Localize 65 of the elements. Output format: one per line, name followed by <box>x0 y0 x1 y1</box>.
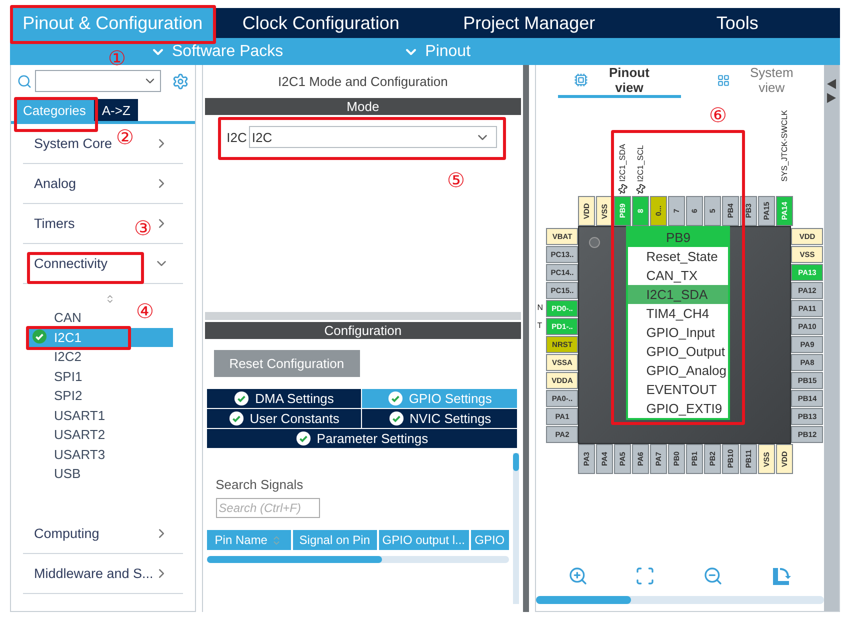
pin1-dot <box>589 237 600 248</box>
menu-title: PB9 <box>628 228 728 247</box>
scroll-arrow-icon[interactable] <box>105 294 115 304</box>
signal-label: N <box>537 303 544 312</box>
signal-label: I2C1_SCL <box>636 145 646 182</box>
annotation-number: ⑤ <box>447 170 465 190</box>
chip-icon <box>574 73 588 87</box>
category-row[interactable]: Computing <box>23 514 183 554</box>
category-label: System Core <box>34 136 112 151</box>
peripheral-item[interactable]: USB <box>27 464 173 484</box>
signal-label: SYS_JTCK-SWCLK <box>780 110 790 182</box>
annotation-number: ② <box>116 127 134 147</box>
settings-tab[interactable]: User Constants <box>206 409 362 429</box>
scrollbar[interactable] <box>206 556 510 563</box>
peripheral-item[interactable]: USART2 <box>27 425 173 444</box>
section-header: Configuration <box>204 322 522 339</box>
search-icon[interactable] <box>17 74 32 88</box>
panel-title: I2C1 Mode and Configuration <box>277 73 449 91</box>
category-row[interactable]: Connectivity <box>23 244 183 284</box>
search-combo[interactable] <box>35 70 161 92</box>
check-icon <box>388 411 404 426</box>
grid-icon <box>717 74 730 86</box>
category-label: Timers <box>34 216 75 231</box>
category-row[interactable]: Middleware and S... <box>23 554 183 594</box>
signal-label: I2C1_SDA <box>618 144 628 182</box>
check-icon <box>296 431 311 446</box>
rotate-page-icon[interactable] <box>770 565 792 587</box>
section-header: Mode <box>204 98 522 115</box>
search-label: Search Signals <box>216 477 304 492</box>
peripheral-item[interactable]: SPI1 <box>27 366 173 386</box>
signal-label: T <box>537 321 542 330</box>
peripheral-item[interactable]: USART3 <box>27 444 173 464</box>
category-label: Connectivity <box>34 256 108 271</box>
annotation-number: ③ <box>134 218 152 238</box>
category-tab[interactable]: A->Z <box>94 99 138 121</box>
check-icon <box>234 391 250 406</box>
mode-label: I2C <box>226 130 247 144</box>
peripheral-item[interactable]: I2C2 <box>27 347 173 366</box>
settings-tab[interactable]: DMA Settings <box>206 389 362 409</box>
annotation-number: ⑥ <box>709 105 727 125</box>
category-label: Middleware and S... <box>34 566 154 580</box>
view-tab[interactable]: System view <box>701 65 824 98</box>
mode-select[interactable]: I2C <box>248 126 497 148</box>
arrow-left-icon[interactable] <box>827 79 836 89</box>
scrollbar[interactable] <box>536 596 824 604</box>
annotation-number: ④ <box>136 301 154 321</box>
fit-frame-icon[interactable] <box>635 566 656 586</box>
menu-item[interactable]: I2C1_SDA <box>628 285 728 304</box>
category-label: Computing <box>34 526 100 540</box>
zoom-out-icon[interactable] <box>702 566 723 586</box>
peripheral-item[interactable]: SPI2 <box>27 386 173 406</box>
settings-tab[interactable]: NVIC Settings <box>362 409 518 429</box>
scrollbar[interactable] <box>513 453 520 604</box>
peripheral-item[interactable]: USART1 <box>27 406 173 425</box>
search-field[interactable]: Search (Ctrl+F) <box>216 498 320 518</box>
settings-icon[interactable] <box>172 72 189 90</box>
arrow-right-icon[interactable] <box>827 93 836 103</box>
category-label: Analog <box>34 176 76 191</box>
category-row[interactable]: Analog <box>23 164 183 204</box>
check-icon <box>388 391 403 406</box>
zoom-in-icon[interactable] <box>568 566 588 586</box>
settings-tab[interactable]: Parameter Settings <box>206 429 518 449</box>
check-icon <box>228 411 244 426</box>
annotation-number: ① <box>108 48 126 68</box>
view-tab[interactable]: Pinout view <box>558 65 682 98</box>
